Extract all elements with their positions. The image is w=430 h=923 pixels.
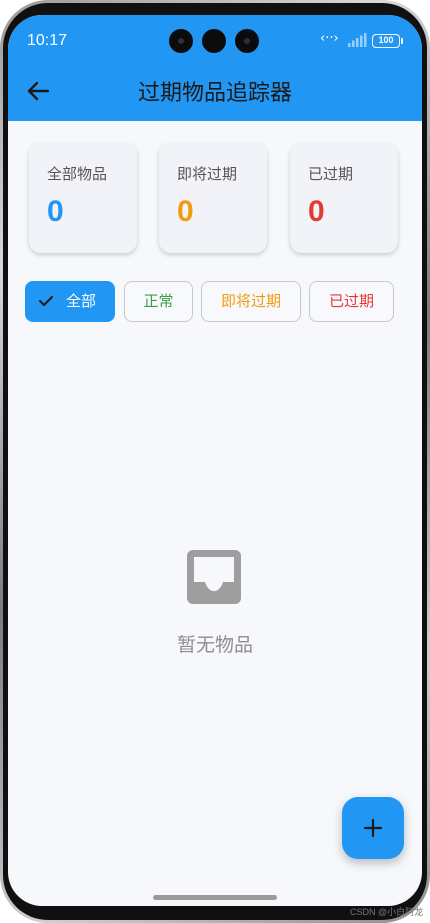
stat-card-expiring-soon: 即将过期 0 <box>159 143 267 253</box>
page-title: 过期物品追踪器 <box>137 81 292 106</box>
watermark: CSDN @小白阿龙 <box>350 907 424 917</box>
app-bar: 10:17 ‹··› 100 过期物品追踪器 <box>8 15 422 121</box>
stat-card-expired: 已过期 0 <box>290 143 398 253</box>
stat-value: 0 <box>177 195 194 228</box>
add-item-button[interactable] <box>342 797 404 859</box>
camera-icon <box>202 29 226 53</box>
stat-value: 0 <box>308 195 325 228</box>
stat-value: 0 <box>47 195 64 228</box>
status-time: 10:17 <box>27 32 68 49</box>
stat-card-all: 全部物品 0 <box>29 143 137 253</box>
app-screen: 10:17 ‹··› 100 过期物品追踪器 全部物品 0 即将过期 0 已过期… <box>8 15 422 906</box>
filter-chip-expiring-soon[interactable]: 即将过期 <box>201 281 301 322</box>
status-icons: ‹··› 100 <box>320 31 410 50</box>
filter-chip-label: 全部 <box>66 292 97 310</box>
filter-chip-normal[interactable]: 正常 <box>124 281 193 322</box>
stat-label: 已过期 <box>308 165 354 183</box>
dots-icon: ‹··› <box>320 31 339 46</box>
empty-state-text: 暂无物品 <box>176 634 253 656</box>
camera-icon <box>169 29 193 53</box>
filter-chip-all[interactable]: 全部 <box>25 281 115 322</box>
stat-label: 全部物品 <box>47 165 108 183</box>
home-indicator[interactable] <box>153 895 277 900</box>
battery-tip <box>401 38 403 44</box>
stat-label: 即将过期 <box>177 165 238 183</box>
check-icon <box>39 296 53 306</box>
inbox-icon <box>187 550 241 604</box>
battery-icon: 100 <box>372 34 400 48</box>
filter-chip-expired[interactable]: 已过期 <box>309 281 394 322</box>
signal-icon <box>348 33 367 47</box>
camera-icon <box>235 29 259 53</box>
plus-icon <box>363 818 383 838</box>
